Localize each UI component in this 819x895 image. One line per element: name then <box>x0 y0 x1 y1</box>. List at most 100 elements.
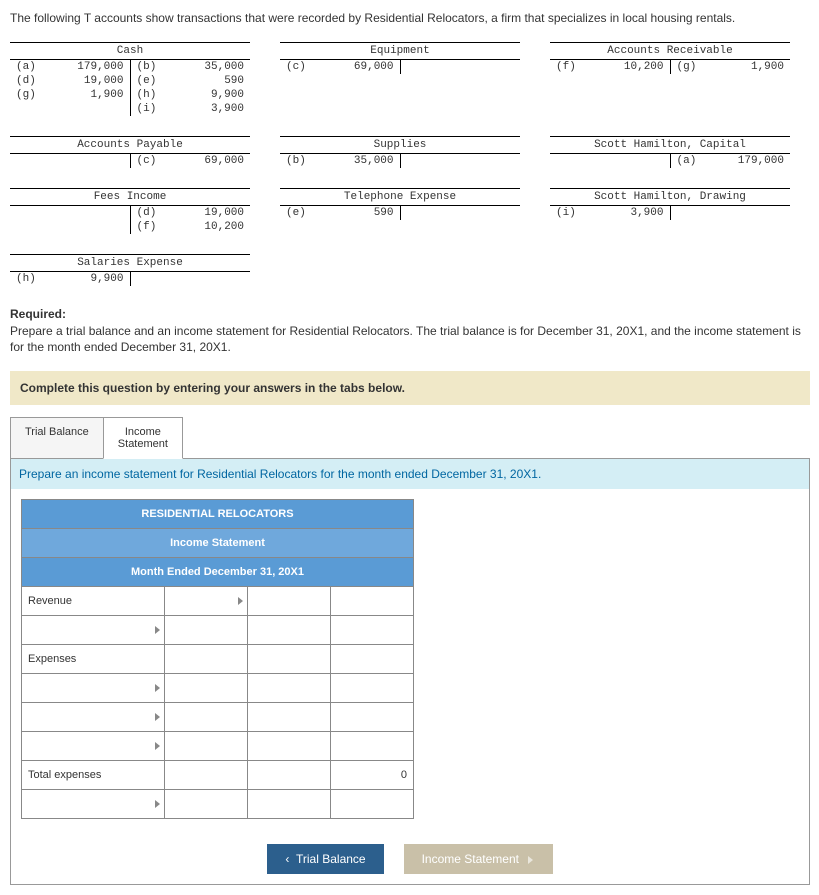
t-account-title: Salaries Expense <box>10 255 250 272</box>
t-account: Telephone Expense (e)590 <box>280 188 520 234</box>
t-debit-entry: (i)3,900 <box>550 206 670 220</box>
table-row: Total expenses 0 <box>22 761 414 790</box>
tabs: Trial Balance Income Statement <box>10 417 810 459</box>
input-cell[interactable] <box>331 703 414 732</box>
input-cell[interactable] <box>248 790 331 819</box>
tab-income-l1: Income <box>125 426 161 438</box>
tab-income-l2: Statement <box>118 438 168 450</box>
total-expenses-label: Total expenses <box>22 761 165 790</box>
table-row: Expenses <box>22 645 414 674</box>
t-account-title: Supplies <box>280 137 520 154</box>
input-cell[interactable] <box>165 732 248 761</box>
t-debit-entry: (g)1,900 <box>10 88 130 102</box>
chevron-right-icon <box>155 684 160 692</box>
chevron-right-icon <box>528 856 533 864</box>
chevron-right-icon <box>238 597 243 605</box>
table-row <box>22 732 414 761</box>
input-cell[interactable] <box>331 790 414 819</box>
input-cell[interactable] <box>248 616 331 645</box>
t-debit-entry: (a)179,000 <box>10 60 130 74</box>
t-account: Accounts Receivable (f)10,200(g)1,900 <box>550 42 790 116</box>
account-select[interactable] <box>22 732 165 761</box>
revenue-label: Revenue <box>22 587 165 616</box>
t-account-title: Scott Hamilton, Capital <box>550 137 790 154</box>
input-cell[interactable] <box>248 703 331 732</box>
table-row <box>22 674 414 703</box>
table-header-company: RESIDENTIAL RELOCATORS <box>22 500 414 529</box>
t-credit-entry: (e)590 <box>131 74 251 88</box>
total-expenses-value: 0 <box>331 761 414 790</box>
account-select[interactable] <box>22 674 165 703</box>
input-cell[interactable] <box>165 645 248 674</box>
account-select[interactable] <box>22 616 165 645</box>
t-credit-entry: (f)10,200 <box>131 220 251 234</box>
input-cell[interactable] <box>331 674 414 703</box>
t-debit-entry: (e)590 <box>280 206 400 220</box>
t-account-title: Scott Hamilton, Drawing <box>550 189 790 206</box>
t-credit-entry <box>401 206 521 208</box>
input-cell[interactable] <box>248 645 331 674</box>
t-credit-entry: (a)179,000 <box>671 154 791 168</box>
chevron-right-icon <box>155 800 160 808</box>
table-row <box>22 703 414 732</box>
t-account-title: Fees Income <box>10 189 250 206</box>
table-row: Revenue <box>22 587 414 616</box>
required-label: Required: <box>10 307 66 321</box>
t-debit-entry: (c)69,000 <box>280 60 400 74</box>
account-select[interactable] <box>22 790 165 819</box>
intro-text: The following T accounts show transactio… <box>10 10 810 27</box>
tab-income-statement[interactable]: Income Statement <box>103 417 183 459</box>
t-credit-entry <box>401 60 521 62</box>
next-label: Income Statement <box>422 852 519 866</box>
input-cell[interactable] <box>331 645 414 674</box>
revenue-account-select[interactable] <box>165 587 248 616</box>
input-cell[interactable] <box>165 703 248 732</box>
prev-label: Trial Balance <box>296 852 366 866</box>
input-cell[interactable] <box>165 616 248 645</box>
tab-content: Prepare an income statement for Resident… <box>10 458 810 885</box>
table-header-period: Month Ended December 31, 20X1 <box>22 558 414 587</box>
t-account: Supplies (b)35,000 <box>280 136 520 168</box>
input-cell[interactable] <box>165 761 248 790</box>
input-cell[interactable] <box>248 761 331 790</box>
nav-buttons: ‹ Trial Balance Income Statement <box>11 829 809 884</box>
t-account: Scott Hamilton, Drawing (i)3,900 <box>550 188 790 234</box>
t-account-title: Accounts Receivable <box>550 43 790 60</box>
input-cell[interactable] <box>165 674 248 703</box>
input-cell[interactable] <box>331 587 414 616</box>
chevron-right-icon <box>155 626 160 634</box>
t-credit-entry <box>401 154 521 156</box>
t-accounts: Cash (a)179,000(d)19,000(g)1,900(b)35,00… <box>10 42 810 286</box>
instruction-bar: Complete this question by entering your … <box>10 371 810 405</box>
t-credit-entry: (d)19,000 <box>131 206 251 220</box>
expenses-label: Expenses <box>22 645 165 674</box>
input-cell[interactable] <box>165 790 248 819</box>
required-text: Prepare a trial balance and an income st… <box>10 324 801 355</box>
input-cell[interactable] <box>248 587 331 616</box>
t-debit-entry <box>10 154 130 156</box>
t-account: Scott Hamilton, Capital (a)179,000 <box>550 136 790 168</box>
t-credit-entry <box>131 272 251 274</box>
chevron-right-icon <box>155 713 160 721</box>
t-debit-entry: (f)10,200 <box>550 60 670 74</box>
t-account-title: Accounts Payable <box>10 137 250 154</box>
t-credit-entry: (c)69,000 <box>131 154 251 168</box>
tab-trial-balance[interactable]: Trial Balance <box>10 417 104 459</box>
t-debit-entry <box>550 154 670 156</box>
required-section: Required: Prepare a trial balance and an… <box>10 306 810 356</box>
account-select[interactable] <box>22 703 165 732</box>
t-credit-entry: (b)35,000 <box>131 60 251 74</box>
input-cell[interactable] <box>248 732 331 761</box>
t-credit-entry: (g)1,900 <box>671 60 791 74</box>
t-account-title: Cash <box>10 43 250 60</box>
input-cell[interactable] <box>331 732 414 761</box>
tab-prompt: Prepare an income statement for Resident… <box>11 459 809 489</box>
input-cell[interactable] <box>331 616 414 645</box>
prev-button[interactable]: ‹ Trial Balance <box>267 844 383 874</box>
t-account-title: Telephone Expense <box>280 189 520 206</box>
t-account: Salaries Expense (h)9,900 <box>10 254 250 286</box>
next-button[interactable]: Income Statement <box>404 844 553 874</box>
t-credit-entry: (i)3,900 <box>131 102 251 116</box>
input-cell[interactable] <box>248 674 331 703</box>
t-account: Accounts Payable (c)69,000 <box>10 136 250 168</box>
